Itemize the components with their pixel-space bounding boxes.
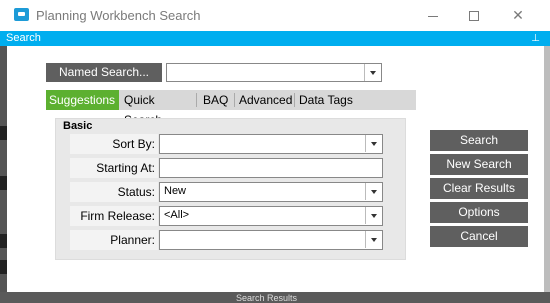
- background-strip: [0, 176, 7, 190]
- tab-divider: [234, 93, 235, 107]
- clear-results-button[interactable]: Clear Results: [430, 178, 528, 199]
- background-results-label: Search Results: [236, 293, 298, 303]
- planner-label: Planner:: [70, 230, 158, 250]
- planner-combo[interactable]: [159, 230, 383, 250]
- new-search-button[interactable]: New Search: [430, 154, 528, 175]
- window-title: Planning Workbench Search: [36, 8, 201, 23]
- chevron-down-icon[interactable]: [365, 135, 382, 152]
- status-value: New: [164, 185, 187, 197]
- background-right-edge: [544, 46, 550, 303]
- background-strip: [0, 126, 7, 140]
- background-strip: [0, 260, 7, 274]
- firm-release-label: Firm Release:: [70, 206, 158, 226]
- chevron-down-icon[interactable]: [365, 183, 382, 200]
- basic-group-label: Basic: [63, 120, 93, 132]
- app-icon: [14, 8, 29, 21]
- close-button[interactable]: ✕: [496, 0, 540, 30]
- tab-data-tags[interactable]: Data Tags: [296, 90, 362, 110]
- maximize-button[interactable]: [452, 0, 496, 30]
- starting-at-input[interactable]: [159, 158, 383, 178]
- starting-at-label: Starting At:: [70, 158, 158, 178]
- background-results-strip: Search Results: [0, 292, 550, 303]
- tab-baq[interactable]: BAQ: [200, 90, 236, 110]
- search-tabs: Suggestions Quick Search BAQ Advanced Da…: [46, 90, 416, 127]
- search-button[interactable]: Search: [430, 130, 528, 151]
- background-strip: [0, 234, 7, 248]
- options-button[interactable]: Options: [430, 202, 528, 223]
- sort-by-label: Sort By:: [70, 134, 158, 154]
- minimize-icon: [428, 15, 438, 17]
- search-section-header: Search ⊥: [0, 31, 550, 46]
- maximize-icon: [469, 11, 479, 22]
- close-icon: ✕: [512, 7, 524, 23]
- title-bar[interactable]: Planning Workbench Search ✕: [0, 0, 550, 30]
- planning-workbench-search-window: Planning Workbench Search ✕ Search ⊥ Nam…: [0, 0, 550, 303]
- chevron-down-icon[interactable]: [364, 64, 381, 81]
- status-combo[interactable]: New: [159, 182, 383, 202]
- search-section-label: Search: [6, 32, 41, 44]
- cancel-button[interactable]: Cancel: [430, 226, 528, 247]
- named-search-combo[interactable]: [166, 63, 382, 82]
- minimize-button[interactable]: [411, 0, 455, 30]
- firm-release-combo[interactable]: <All>: [159, 206, 383, 226]
- named-search-button[interactable]: Named Search...: [46, 63, 162, 82]
- tab-advanced[interactable]: Advanced: [236, 90, 294, 110]
- chevron-down-icon[interactable]: [365, 231, 382, 248]
- firm-release-value: <All>: [164, 209, 190, 221]
- tab-suggestions[interactable]: Suggestions: [46, 90, 119, 110]
- tab-divider: [196, 93, 197, 107]
- tab-quick-search[interactable]: Quick Search: [121, 90, 195, 127]
- sort-by-combo[interactable]: [159, 134, 383, 154]
- status-label: Status:: [70, 182, 158, 202]
- background-left-edge: [0, 46, 7, 303]
- chevron-down-icon[interactable]: [365, 207, 382, 224]
- pin-icon[interactable]: ⊥: [531, 31, 540, 46]
- tab-divider: [294, 93, 295, 107]
